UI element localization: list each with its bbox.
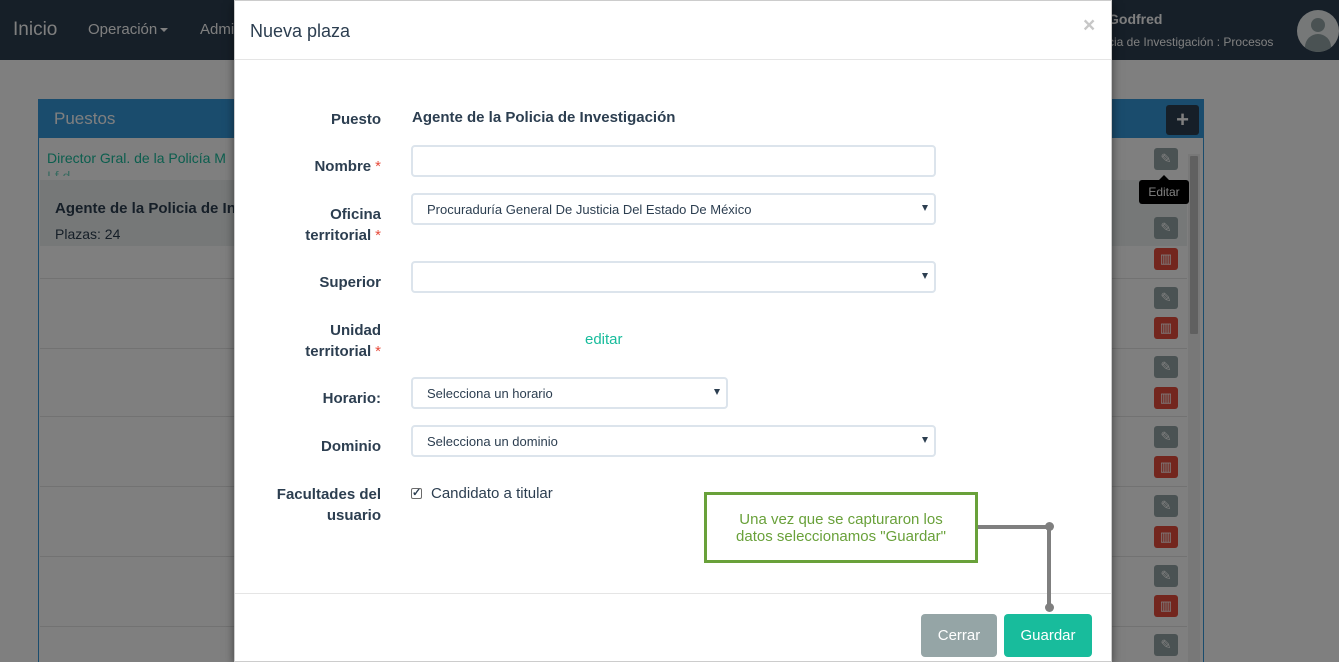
required-mark: *	[375, 343, 381, 360]
required-mark: *	[375, 227, 381, 244]
annotation-line1: Una vez que se capturaron los	[739, 511, 943, 528]
oficina-label-line2: territorial *	[235, 225, 381, 246]
dominio-select[interactable]: Selecciona un dominio	[411, 425, 936, 457]
modal-header: Nueva plaza ×	[235, 1, 1111, 60]
required-mark: *	[375, 158, 381, 175]
callout-dot	[1045, 603, 1054, 612]
check-icon: ✓	[412, 487, 422, 499]
annotation-callout: Una vez que se capturaron los datos sele…	[704, 492, 978, 563]
oficina-select-value: Procuraduría General De Justicia Del Est…	[427, 202, 752, 217]
oficina-label-text: territorial	[305, 227, 372, 244]
dominio-label: Dominio	[321, 438, 381, 455]
chevron-down-icon	[922, 437, 928, 443]
horario-label: Horario:	[322, 390, 381, 407]
superior-label: Superior	[319, 274, 381, 291]
oficina-select[interactable]: Procuraduría General De Justicia Del Est…	[411, 193, 936, 225]
chevron-down-icon	[922, 273, 928, 279]
guardar-button[interactable]: Guardar	[1004, 614, 1092, 657]
horario-select-value: Selecciona un horario	[427, 386, 553, 401]
candidato-checkbox[interactable]: ✓	[411, 488, 422, 499]
callout-connector	[1047, 526, 1051, 608]
dominio-select-value: Selecciona un dominio	[427, 434, 558, 449]
nombre-input[interactable]	[411, 145, 936, 177]
modal-footer: Cerrar Guardar	[235, 593, 1111, 662]
oficina-label-line1: Oficina	[330, 206, 381, 223]
close-icon[interactable]: ×	[1083, 15, 1095, 36]
superior-select[interactable]	[411, 261, 936, 293]
modal-title: Nueva plaza	[250, 21, 351, 41]
chevron-down-icon	[922, 205, 928, 211]
nombre-label-text: Nombre	[314, 158, 372, 175]
unidad-label-line1: Unidad	[330, 322, 381, 339]
callout-connector	[977, 525, 1050, 529]
unidad-label-line2: territorial *	[235, 341, 381, 362]
unidad-label-text: territorial	[305, 343, 372, 360]
puesto-value: Agente de la Policia de Investigación	[412, 109, 676, 126]
puesto-label: Puesto	[330, 111, 381, 128]
cerrar-button[interactable]: Cerrar	[921, 614, 997, 657]
horario-select[interactable]: Selecciona un horario	[411, 377, 728, 409]
chevron-down-icon	[714, 389, 720, 395]
nombre-label: Nombre *	[235, 156, 381, 177]
annotation-line2: datos seleccionamos "Guardar"	[736, 528, 946, 545]
candidato-label[interactable]: Candidato a titular	[431, 485, 553, 502]
facultades-label-line2: usuario	[326, 507, 381, 524]
nueva-plaza-modal: Nueva plaza × Puesto Agente de la Polici…	[234, 0, 1112, 662]
unidad-editar-link[interactable]: editar	[585, 331, 623, 348]
facultades-label-line1: Facultades del	[276, 486, 381, 503]
